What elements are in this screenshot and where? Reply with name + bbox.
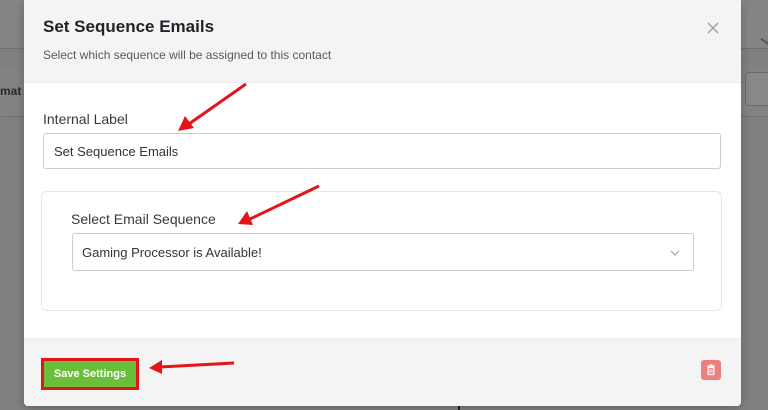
email-sequence-select[interactable]: Gaming Processor is Available! <box>72 233 694 271</box>
email-sequence-selected-value: Gaming Processor is Available! <box>82 245 262 260</box>
chevron-down-icon <box>670 250 680 256</box>
internal-label-heading: Internal Label <box>43 111 128 127</box>
set-sequence-modal: Set Sequence Emails Select which sequenc… <box>24 0 741 406</box>
internal-label-input[interactable] <box>43 133 721 169</box>
background-button <box>745 72 768 106</box>
save-settings-button[interactable]: Save Settings <box>41 358 139 390</box>
email-sequence-heading: Select Email Sequence <box>71 211 216 227</box>
trash-icon <box>707 364 715 376</box>
delete-button[interactable] <box>701 360 721 380</box>
background-text-fragment: mat <box>0 84 22 98</box>
modal-subtitle: Select which sequence will be assigned t… <box>43 48 332 62</box>
close-icon[interactable] <box>705 20 721 36</box>
modal-header: Set Sequence Emails Select which sequenc… <box>24 0 741 83</box>
modal-title: Set Sequence Emails <box>43 17 215 36</box>
modal-footer: Save Settings <box>24 338 741 406</box>
